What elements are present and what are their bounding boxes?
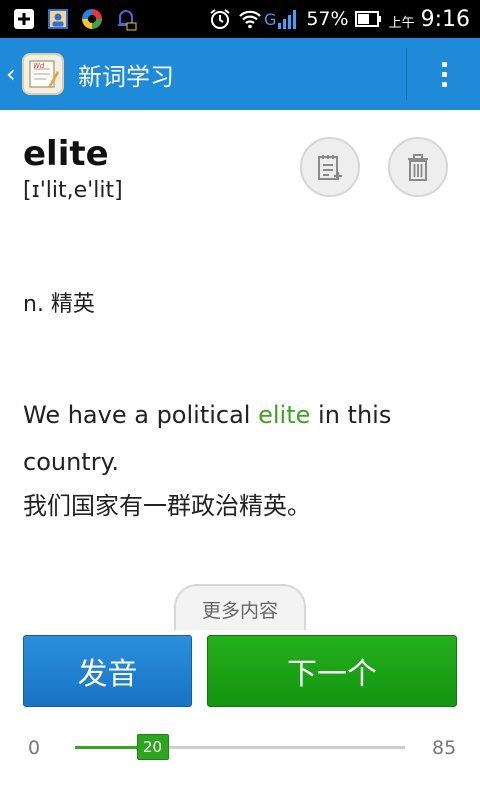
notebook-add-icon xyxy=(318,155,342,180)
next-word-button[interactable]: 下一个 xyxy=(207,635,457,707)
wifi-icon xyxy=(239,10,261,29)
add-app-icon xyxy=(14,9,34,29)
svg-text:Wd: Wd xyxy=(33,62,45,70)
word-phonetic: [ɪ'lit,e'lit] xyxy=(23,178,123,203)
battery-percent: 57% xyxy=(306,8,349,30)
pronounce-button[interactable]: 发音 xyxy=(23,635,192,707)
page-title: 新词学习 xyxy=(78,62,174,91)
status-bar: G 57% 上午 9:16 xyxy=(0,0,480,38)
back-button[interactable]: ‹ Wd xyxy=(0,38,64,110)
example-sentence: We have a political elite in this countr… xyxy=(23,392,463,486)
signal-icon xyxy=(278,10,297,29)
battery-icon xyxy=(354,11,381,27)
example-text-before: We have a political xyxy=(23,401,259,429)
progress-min-label: 0 xyxy=(28,737,41,759)
network-type-label: G xyxy=(263,9,277,29)
overflow-dot xyxy=(441,61,447,67)
word-definition: n. 精英 xyxy=(23,292,95,317)
example-translation: 我们国家有一群政治精英。 xyxy=(23,492,311,520)
progress-slider[interactable]: 20 xyxy=(75,734,405,760)
progress-slider-thumb[interactable]: 20 xyxy=(136,734,169,760)
trash-icon xyxy=(408,154,428,181)
alarm-icon xyxy=(210,9,230,29)
contacts-icon xyxy=(48,9,68,29)
status-bar-system: G 57% 上午 9:16 xyxy=(208,7,470,32)
back-chevron-icon: ‹ xyxy=(6,60,16,88)
overflow-dot xyxy=(441,81,447,87)
status-bar-notifications xyxy=(12,7,138,31)
progress-max-label: 85 xyxy=(432,737,457,759)
add-to-wordbook-button[interactable] xyxy=(300,137,360,197)
clock-ampm: 上午 xyxy=(388,15,415,31)
overflow-dot xyxy=(441,71,447,77)
word-text: elite xyxy=(23,134,109,174)
overflow-menu-button[interactable] xyxy=(408,38,480,110)
app-bar-divider xyxy=(406,48,407,100)
browser-icon xyxy=(82,9,102,29)
app-logo-icon: Wd xyxy=(22,53,64,95)
clock-time: 9:16 xyxy=(420,6,470,32)
notification-icon xyxy=(118,10,137,31)
more-content-button[interactable]: 更多内容 xyxy=(174,584,306,630)
delete-word-button[interactable] xyxy=(388,137,448,197)
example-highlight-word: elite xyxy=(258,401,311,429)
app-bar: ‹ Wd 新词学习 xyxy=(0,38,480,110)
